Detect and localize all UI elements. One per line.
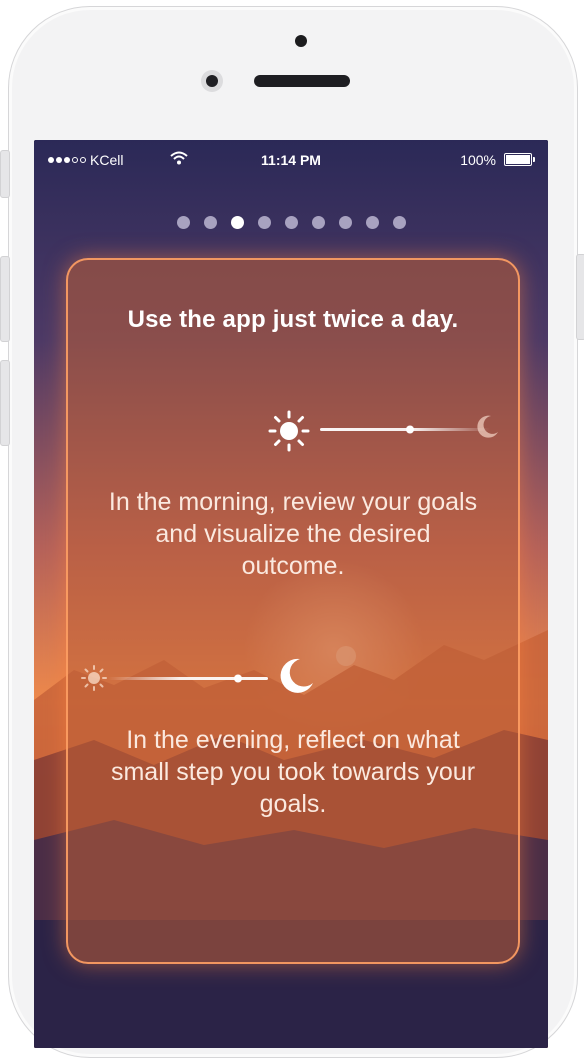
proximity-sensor (295, 35, 307, 47)
morning-description: In the morning, review your goals and vi… (108, 488, 478, 580)
earpiece-speaker (254, 75, 350, 87)
card-title: Use the app just twice a day. (127, 306, 459, 333)
page-dot[interactable] (257, 216, 271, 229)
volume-up-button (0, 256, 10, 342)
power-button (576, 254, 584, 340)
moon-icon (280, 658, 313, 693)
battery-icon (504, 153, 535, 166)
slider-thumb (234, 674, 242, 683)
evening-time-slider (108, 674, 268, 683)
battery-percentage: 100% (460, 152, 496, 168)
page-indicator[interactable] (34, 216, 548, 229)
morning-time-slider (320, 425, 490, 434)
front-camera (201, 70, 223, 92)
page-dot-active[interactable] (230, 216, 244, 229)
status-bar: KCell 11:14 PM 100% (34, 140, 548, 180)
page-dot[interactable] (176, 216, 190, 229)
phone-screen: KCell 11:14 PM 100% Use the app just twi… (34, 140, 548, 1048)
slider-thumb (406, 425, 414, 434)
onboarding-card: Use the app just twice a day. In the mor… (66, 258, 520, 964)
sun-icon (268, 410, 310, 452)
page-dot[interactable] (392, 216, 406, 229)
page-dot[interactable] (365, 216, 379, 229)
evening-description: In the evening, reflect on what small st… (110, 726, 476, 818)
page-dot[interactable] (203, 216, 217, 229)
moon-icon (477, 415, 498, 438)
mute-switch (0, 150, 10, 198)
page-dot[interactable] (338, 216, 352, 229)
page-dot[interactable] (284, 216, 298, 229)
volume-down-button (0, 360, 10, 446)
sun-icon (81, 665, 107, 691)
page-dot[interactable] (311, 216, 325, 229)
